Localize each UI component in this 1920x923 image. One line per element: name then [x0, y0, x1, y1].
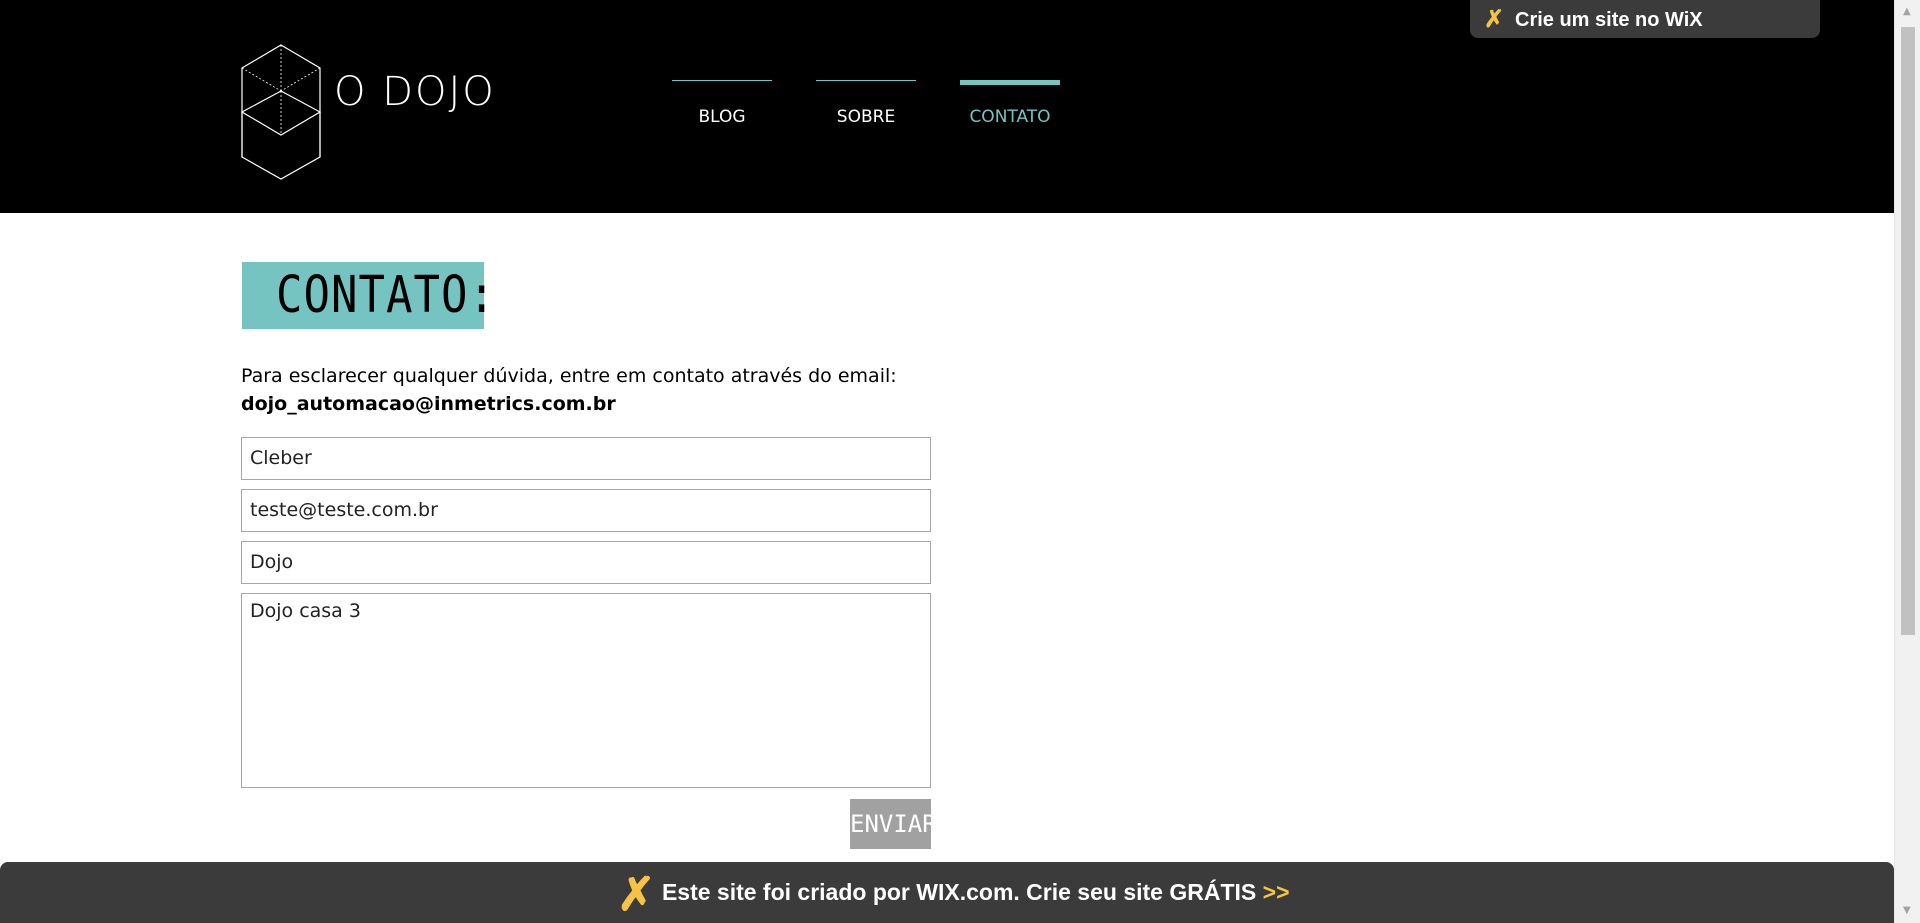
wix-footer-arrows: >>	[1262, 879, 1290, 906]
nav-indicator	[816, 80, 916, 81]
scrollbar-thumb[interactable]	[1901, 27, 1915, 635]
nav-sobre-label: SOBRE	[836, 107, 896, 127]
dojo-cube-logo-icon[interactable]	[240, 44, 322, 180]
wix-promo-button[interactable]: ✗ Crie um site no WiX	[1470, 0, 1820, 38]
nav-blog[interactable]: BLOG	[672, 80, 772, 127]
message-textarea[interactable]: Dojo casa 3	[241, 593, 931, 788]
wix-footer-content: ✗ Este site foi criado por WIX.com. Crie…	[617, 871, 1290, 917]
vertical-scrollbar[interactable]: ▲ ▼	[1894, 0, 1920, 923]
page-title: CONTATO:	[276, 266, 496, 325]
nav-blog-label: BLOG	[698, 107, 746, 127]
wix-x-icon: ✗	[617, 868, 656, 920]
description-text: Para esclarecer qualquer dúvida, entre e…	[241, 365, 897, 387]
wix-footer-text: Este site foi criado por WIX.com. Crie s…	[661, 879, 1257, 906]
scroll-down-arrow-icon[interactable]: ▼	[1903, 905, 1911, 916]
nav-contato-label: CONTATO	[969, 107, 1051, 127]
contact-description: Para esclarecer qualquer dúvida, entre e…	[241, 362, 897, 418]
contact-email: dojo_automacao@inmetrics.com.br	[241, 393, 616, 415]
site-logo-text[interactable]: O DOJO	[334, 68, 496, 116]
nav-contato[interactable]: CONTATO	[960, 80, 1060, 127]
wix-x-icon: ✗	[1484, 6, 1505, 33]
name-field[interactable]: Cleber	[241, 437, 931, 480]
contact-title-box: CONTATO:	[242, 262, 495, 329]
nav-sobre[interactable]: SOBRE	[816, 80, 916, 127]
wix-footer-banner[interactable]: ✗ Este site foi criado por WIX.com. Crie…	[0, 862, 1894, 923]
scroll-up-arrow-icon[interactable]: ▲	[1903, 6, 1911, 17]
wix-promo-label: Crie um site no WiX	[1515, 9, 1703, 31]
send-button[interactable]: ENVIAR	[850, 799, 937, 849]
nav-indicator	[672, 80, 772, 81]
subject-field[interactable]: Dojo	[241, 541, 931, 584]
nav-indicator-active	[960, 80, 1060, 85]
email-field[interactable]: teste@teste.com.br	[241, 489, 931, 532]
